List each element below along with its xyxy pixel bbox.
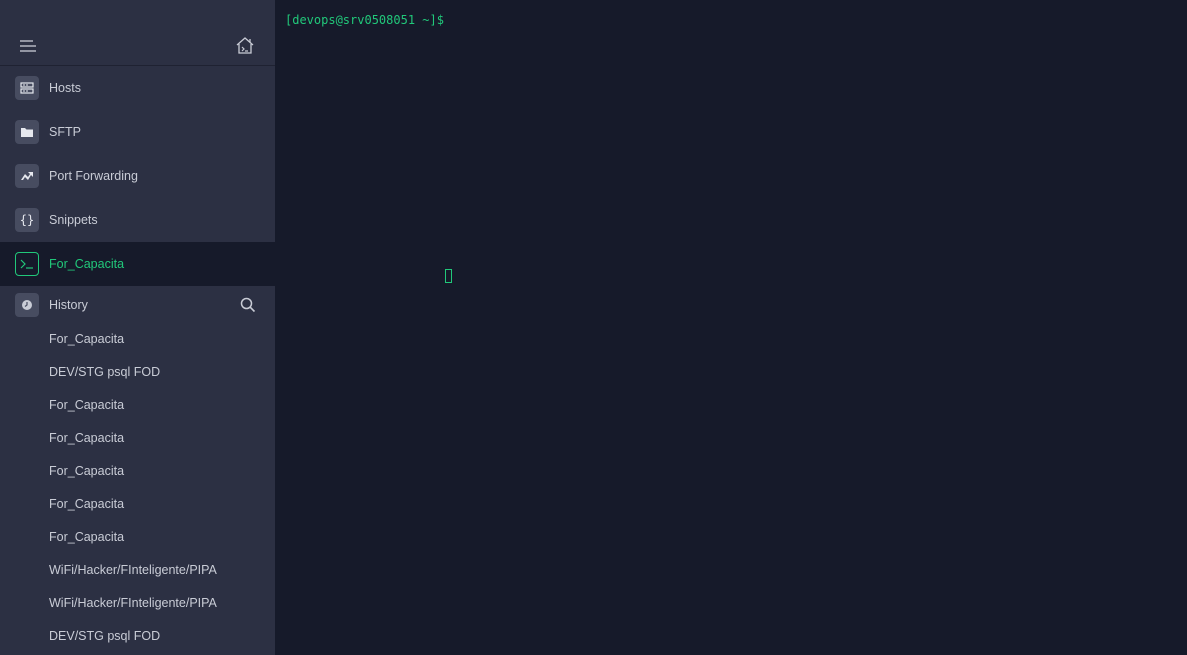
nav-item-port-forwarding[interactable]: Port Forwarding bbox=[0, 154, 275, 198]
nav-label-active-session: For_Capacita bbox=[49, 257, 125, 271]
history-item[interactable]: For_Capacita bbox=[0, 455, 275, 488]
nav-label-port-forwarding: Port Forwarding bbox=[49, 169, 138, 183]
terminal-home-icon[interactable] bbox=[235, 36, 255, 55]
sidebar: Hosts SFTP Port Forwarding {} Snippets F… bbox=[0, 0, 275, 655]
nav-item-sftp[interactable]: SFTP bbox=[0, 110, 275, 154]
history-item[interactable]: For_Capacita bbox=[0, 422, 275, 455]
nav-label-hosts: Hosts bbox=[49, 81, 81, 95]
history-header: History bbox=[0, 286, 275, 323]
history-item[interactable]: WiFi/Hacker/FInteligente/PIPA bbox=[0, 587, 275, 620]
folder-icon bbox=[15, 120, 39, 144]
terminal-pane[interactable]: [devops@srv0508051 ~]$ bbox=[275, 0, 1187, 655]
search-icon[interactable] bbox=[240, 297, 256, 313]
port-forward-icon bbox=[15, 164, 39, 188]
nav-item-snippets[interactable]: {} Snippets bbox=[0, 198, 275, 242]
nav-item-hosts[interactable]: Hosts bbox=[0, 66, 275, 110]
history-item[interactable]: For_Capacita bbox=[0, 488, 275, 521]
terminal-cursor bbox=[445, 269, 452, 283]
history-item[interactable]: For_Capacita bbox=[0, 389, 275, 422]
hamburger-menu-icon[interactable] bbox=[19, 39, 37, 53]
nav-label-snippets: Snippets bbox=[49, 213, 98, 227]
nav-label-sftp: SFTP bbox=[49, 125, 81, 139]
sidebar-header bbox=[0, 0, 275, 66]
history-item[interactable]: DEV/STG psql FOD bbox=[0, 620, 275, 653]
history-item[interactable]: WiFi/Hacker/FInteligente/PIPA bbox=[0, 554, 275, 587]
history-item[interactable]: For_Capacita bbox=[0, 521, 275, 554]
history-item[interactable]: For_Capacita bbox=[0, 323, 275, 356]
clock-icon bbox=[15, 292, 39, 317]
history-list: For_Capacita DEV/STG psql FOD For_Capaci… bbox=[0, 323, 275, 653]
terminal-prompt-icon bbox=[15, 252, 39, 276]
braces-icon: {} bbox=[15, 208, 39, 232]
app-window: Hosts SFTP Port Forwarding {} Snippets F… bbox=[0, 0, 1187, 655]
svg-text:{}: {} bbox=[20, 213, 34, 227]
terminal-prompt: [devops@srv0508051 ~]$ bbox=[285, 13, 444, 27]
hosts-grid-icon bbox=[15, 76, 39, 100]
nav-item-for-capacita-active-session[interactable]: For_Capacita bbox=[0, 242, 275, 286]
history-item[interactable]: DEV/STG psql FOD bbox=[0, 356, 275, 389]
history-label: History bbox=[49, 297, 88, 312]
